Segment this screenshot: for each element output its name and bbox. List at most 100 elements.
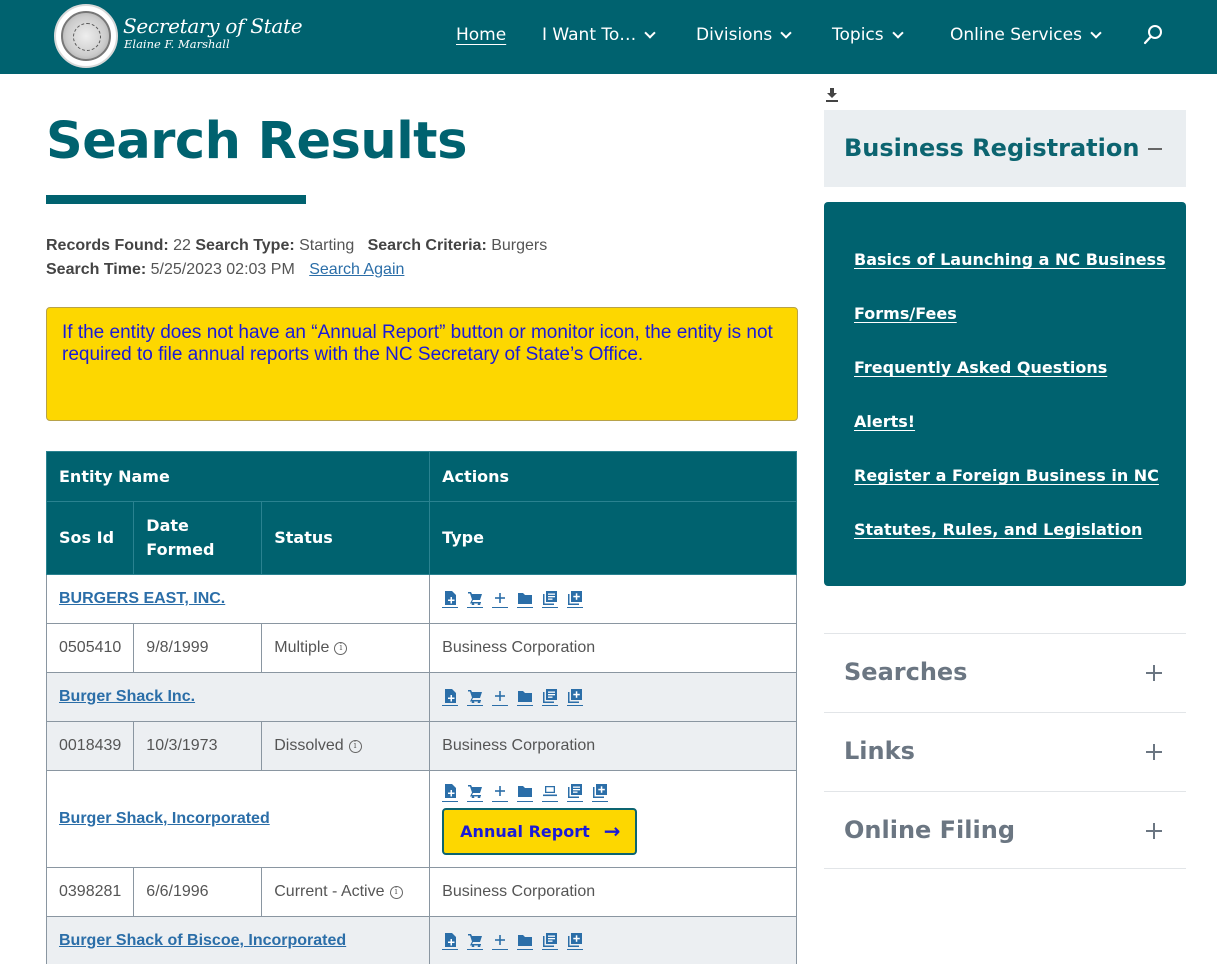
table-row: Burger Shack Inc. bbox=[45, 672, 797, 722]
accordion-title: Business Registration bbox=[844, 134, 1140, 162]
entity-name-cell: BURGERS EAST, INC. bbox=[45, 574, 431, 624]
add-copy-action[interactable] bbox=[592, 784, 609, 802]
nav-divisions[interactable]: Divisions bbox=[696, 22, 792, 48]
nav-i-want-to-label: I Want To… bbox=[542, 25, 637, 45]
info-icon[interactable]: i bbox=[334, 642, 348, 655]
documents-action[interactable] bbox=[542, 688, 559, 706]
status-text: Dissolved bbox=[274, 737, 344, 754]
search-meta-row-2: Search Time: 5/25/2023 02:03 PM Search A… bbox=[46, 261, 404, 279]
status-cell: Current - Active i bbox=[261, 867, 431, 917]
accordion-business-registration-header[interactable]: Business Registration bbox=[824, 110, 1186, 187]
info-icon[interactable]: i bbox=[348, 740, 362, 753]
documents-icon bbox=[543, 932, 558, 947]
search-again-link[interactable]: Search Again bbox=[309, 261, 404, 278]
folder-action[interactable] bbox=[517, 932, 534, 950]
cart-action[interactable] bbox=[467, 590, 484, 608]
add-copy-icon bbox=[568, 688, 583, 703]
sidebar-link[interactable]: Basics of Launching a NC Business bbox=[854, 250, 1166, 269]
add-copy-action[interactable] bbox=[567, 688, 584, 706]
row-actions bbox=[442, 784, 784, 802]
table-row: Burger Shack of Biscoe, Incorporated bbox=[45, 916, 797, 964]
entity-name-link[interactable]: Burger Shack Inc. bbox=[59, 688, 195, 705]
state-seal-logo[interactable] bbox=[54, 4, 118, 68]
header-actions: Actions bbox=[429, 451, 797, 502]
cart-icon bbox=[468, 933, 483, 947]
download-icon[interactable] bbox=[826, 88, 838, 102]
brand-subtitle: Elaine F. Marshall bbox=[124, 37, 230, 51]
search-type-value: Starting bbox=[299, 237, 355, 254]
cart-action[interactable] bbox=[467, 784, 484, 802]
cart-icon bbox=[468, 785, 483, 798]
nav-home[interactable]: Home bbox=[456, 22, 506, 48]
folder-action[interactable] bbox=[517, 590, 534, 608]
sidebar-link[interactable]: Forms/Fees bbox=[854, 304, 957, 323]
actions-cell bbox=[429, 672, 797, 722]
date-formed-cell: 6/6/1996 bbox=[133, 867, 263, 917]
nav-online-services[interactable]: Online Services bbox=[950, 22, 1102, 48]
search-icon[interactable] bbox=[1143, 24, 1163, 46]
info-icon[interactable]: i bbox=[389, 886, 403, 899]
plus-action[interactable] bbox=[492, 784, 509, 802]
folder-action[interactable] bbox=[517, 784, 534, 802]
expand-plus-icon bbox=[1146, 744, 1162, 760]
accordion-title: Searches bbox=[844, 658, 968, 686]
header-date-formed-label: Date Formed bbox=[146, 516, 215, 559]
header-entity-name: Entity Name bbox=[45, 451, 431, 502]
header-status: Status bbox=[261, 501, 431, 575]
accordion-searches[interactable]: Searches bbox=[824, 633, 1186, 712]
plus-action[interactable] bbox=[492, 688, 509, 706]
sos-id-cell: 0505410 bbox=[45, 623, 135, 673]
plus-icon bbox=[495, 592, 506, 603]
file-add-action[interactable] bbox=[442, 590, 459, 608]
sidebar-link[interactable]: Statutes, Rules, and Legislation bbox=[854, 520, 1142, 539]
page-title: Search Results bbox=[46, 112, 467, 171]
cart-icon bbox=[468, 591, 483, 605]
nav-i-want-to[interactable]: I Want To… bbox=[542, 22, 656, 48]
search-criteria-label: Search Criteria: bbox=[367, 237, 487, 254]
documents-action[interactable] bbox=[567, 784, 584, 802]
entity-name-cell: Burger Shack Inc. bbox=[45, 672, 431, 722]
add-copy-action[interactable] bbox=[567, 590, 584, 608]
add-copy-action[interactable] bbox=[567, 932, 584, 950]
nav-topics[interactable]: Topics bbox=[832, 22, 904, 48]
plus-action[interactable] bbox=[492, 590, 509, 608]
file-add-icon bbox=[445, 590, 457, 605]
sidebar-link[interactable]: Register a Foreign Business in NC bbox=[854, 466, 1159, 485]
plus-action[interactable] bbox=[492, 932, 509, 950]
sidebar-link[interactable]: Frequently Asked Questions bbox=[854, 358, 1107, 377]
sidebar-link[interactable]: Alerts! bbox=[854, 412, 915, 431]
entity-name-link[interactable]: BURGERS EAST, INC. bbox=[59, 590, 225, 607]
documents-action[interactable] bbox=[542, 590, 559, 608]
expand-plus-icon bbox=[1146, 665, 1162, 681]
file-add-action[interactable] bbox=[442, 784, 459, 802]
annual-report-label: Annual Report bbox=[460, 821, 590, 841]
entity-name-link[interactable]: Burger Shack, Incorporated bbox=[59, 810, 270, 827]
file-add-action[interactable] bbox=[442, 688, 459, 706]
annual-report-notice: If the entity does not have an “Annual R… bbox=[46, 307, 798, 421]
entity-name-link[interactable]: Burger Shack of Biscoe, Incorporated bbox=[59, 932, 346, 949]
type-cell: Business Corporation bbox=[429, 867, 797, 917]
monitor-action[interactable] bbox=[542, 784, 559, 802]
file-add-action[interactable] bbox=[442, 932, 459, 950]
brand-title[interactable]: Secretary of State bbox=[123, 14, 303, 38]
entity-name-cell: Burger Shack, Incorporated bbox=[45, 770, 431, 868]
accordion-online-filing[interactable]: Online Filing bbox=[824, 791, 1186, 869]
plus-icon bbox=[495, 690, 506, 701]
file-add-icon bbox=[445, 688, 457, 703]
business-registration-links-panel: Basics of Launching a NC Business Forms/… bbox=[824, 202, 1186, 586]
records-found-value: 22 bbox=[173, 237, 191, 254]
expand-plus-icon bbox=[1146, 823, 1162, 839]
accordion-title: Online Filing bbox=[844, 816, 1015, 844]
annual-report-button[interactable]: Annual Report → bbox=[442, 807, 637, 855]
cart-action[interactable] bbox=[467, 688, 484, 706]
accordion-links[interactable]: Links bbox=[824, 712, 1186, 791]
table-row: 0505410 9/8/1999 Multiple i Business Corpora… bbox=[45, 623, 797, 673]
documents-action[interactable] bbox=[542, 932, 559, 950]
folder-action[interactable] bbox=[517, 688, 534, 706]
documents-icon bbox=[543, 590, 558, 605]
actions-cell bbox=[429, 916, 797, 964]
cart-action[interactable] bbox=[467, 932, 484, 950]
actions-cell bbox=[429, 574, 797, 624]
chevron-down-icon bbox=[780, 26, 792, 39]
folder-icon bbox=[518, 690, 533, 702]
